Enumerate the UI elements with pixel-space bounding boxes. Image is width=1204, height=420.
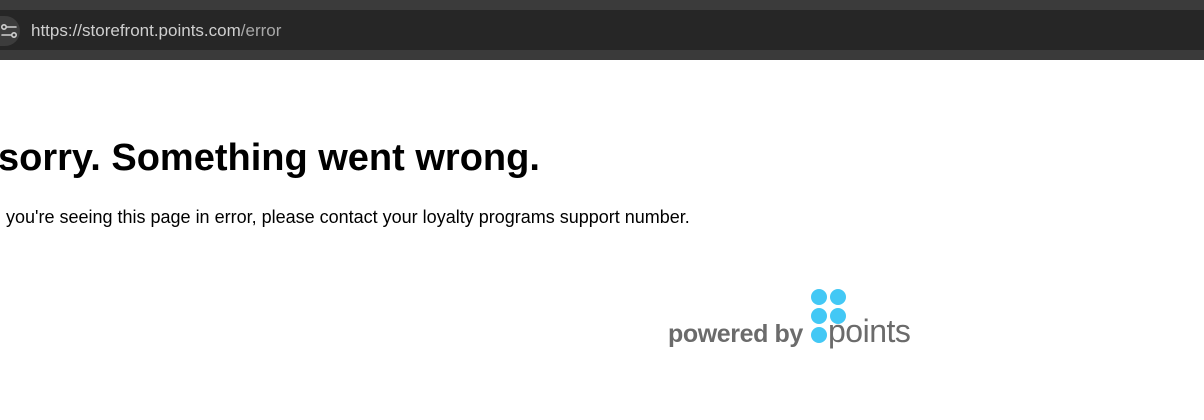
url-text[interactable]: https://storefront.points.com/error: [31, 19, 281, 43]
powered-by-text: powered by: [668, 320, 803, 348]
points-brand-text: points: [828, 313, 911, 349]
url-path: /error: [240, 21, 282, 40]
error-message: you're seeing this page in error, please…: [6, 207, 690, 227]
url-base: https://storefront.points.com: [31, 21, 241, 40]
page-title: sorry. Something went wrong.: [0, 137, 540, 179]
browser-chrome: https://storefront.points.com/error: [0, 0, 1204, 60]
error-page: sorry. Something went wrong. you're seei…: [0, 60, 1204, 420]
powered-by-points-logo: powered by points: [668, 288, 928, 354]
browser-top-strip: [0, 0, 1204, 10]
site-settings-icon: [0, 23, 18, 39]
